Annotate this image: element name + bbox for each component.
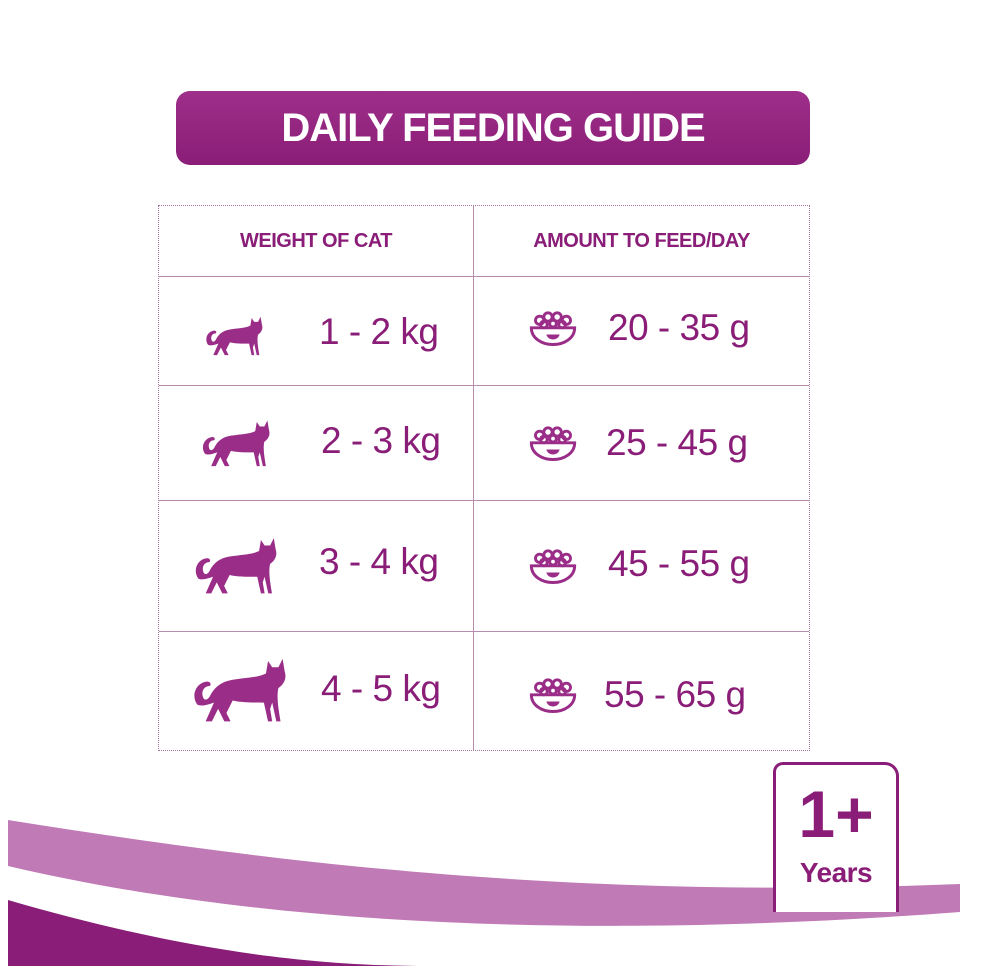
header-weight: WEIGHT OF CAT — [240, 229, 393, 252]
amount-value: 25 - 45 g — [606, 422, 748, 463]
food-bowl-icon — [528, 674, 578, 714]
header-amount: AMOUNT TO FEED/DAY — [533, 229, 750, 252]
table-row: 1 - 2 kg 20 - 35 g — [159, 277, 809, 385]
cat-silhouette-icon — [203, 311, 267, 357]
weight-value: 2 - 3 kg — [321, 420, 441, 461]
age-badge: 1+ Years — [773, 762, 899, 912]
age-badge-number: 1+ — [798, 777, 874, 851]
amount-cell: 25 - 45 g — [474, 386, 809, 500]
table-row: 2 - 3 kg 25 - 45 g — [159, 386, 809, 500]
feeding-table: WEIGHT OF CAT AMOUNT TO FEED/DAY 1 - 2 k… — [158, 205, 810, 751]
food-bowl-icon — [528, 545, 578, 585]
weight-cell: 3 - 4 kg — [159, 501, 473, 631]
amount-value: 55 - 65 g — [604, 674, 746, 715]
food-bowl-icon — [528, 307, 578, 347]
page-title: DAILY FEEDING GUIDE — [281, 105, 705, 150]
title-banner: DAILY FEEDING GUIDE — [176, 91, 810, 165]
age-badge-label: Years — [799, 857, 873, 888]
amount-value: 20 - 35 g — [608, 307, 750, 348]
cat-silhouette-icon — [189, 646, 293, 728]
table-row: 3 - 4 kg 45 - 55 g — [159, 501, 809, 631]
table-row: 4 - 5 kg 55 - 65 g — [159, 632, 809, 752]
weight-cell: 1 - 2 kg — [159, 277, 473, 385]
weight-value: 3 - 4 kg — [319, 541, 439, 582]
cat-silhouette-icon — [191, 527, 283, 599]
weight-cell: 4 - 5 kg — [159, 632, 473, 752]
weight-value: 1 - 2 kg — [319, 311, 439, 352]
weight-value: 4 - 5 kg — [321, 668, 441, 709]
weight-cell: 2 - 3 kg — [159, 386, 473, 500]
amount-cell: 45 - 55 g — [474, 501, 809, 631]
amount-value: 45 - 55 g — [608, 543, 750, 584]
cat-silhouette-icon — [199, 410, 275, 472]
amount-cell: 55 - 65 g — [474, 632, 809, 752]
food-bowl-icon — [528, 422, 578, 462]
amount-cell: 20 - 35 g — [474, 277, 809, 385]
